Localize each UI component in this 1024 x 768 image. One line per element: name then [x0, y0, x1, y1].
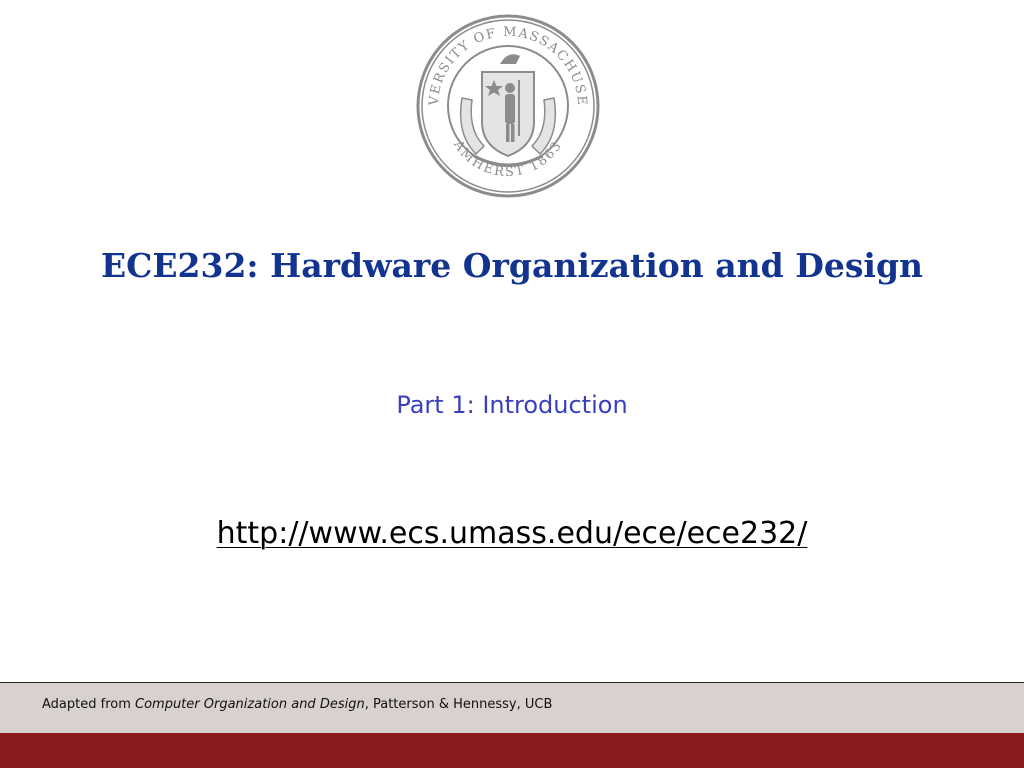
slide-title: ECE232: Hardware Organization and Design [100, 246, 924, 285]
footer-credit: Adapted from Computer Organization and D… [42, 697, 552, 712]
footer-band: Adapted from Computer Organization and D… [0, 682, 1024, 733]
seal-graphic: UNIVERSITY OF MASSACHUSETTS AMHERST 1863 [416, 14, 600, 198]
bottom-color-bar [0, 733, 1024, 768]
credit-prefix: Adapted from [42, 697, 135, 712]
credit-book-title: Computer Organization and Design [135, 697, 365, 712]
credit-suffix: , Patterson & Hennessy, UCB [364, 697, 553, 712]
slide-subtitle: Part 1: Introduction [396, 391, 628, 419]
course-website-link[interactable]: http://www.ecs.umass.edu/ece/ece232/ [0, 516, 1024, 551]
university-seal-logo: UNIVERSITY OF MASSACHUSETTS AMHERST 1863 [416, 14, 600, 198]
